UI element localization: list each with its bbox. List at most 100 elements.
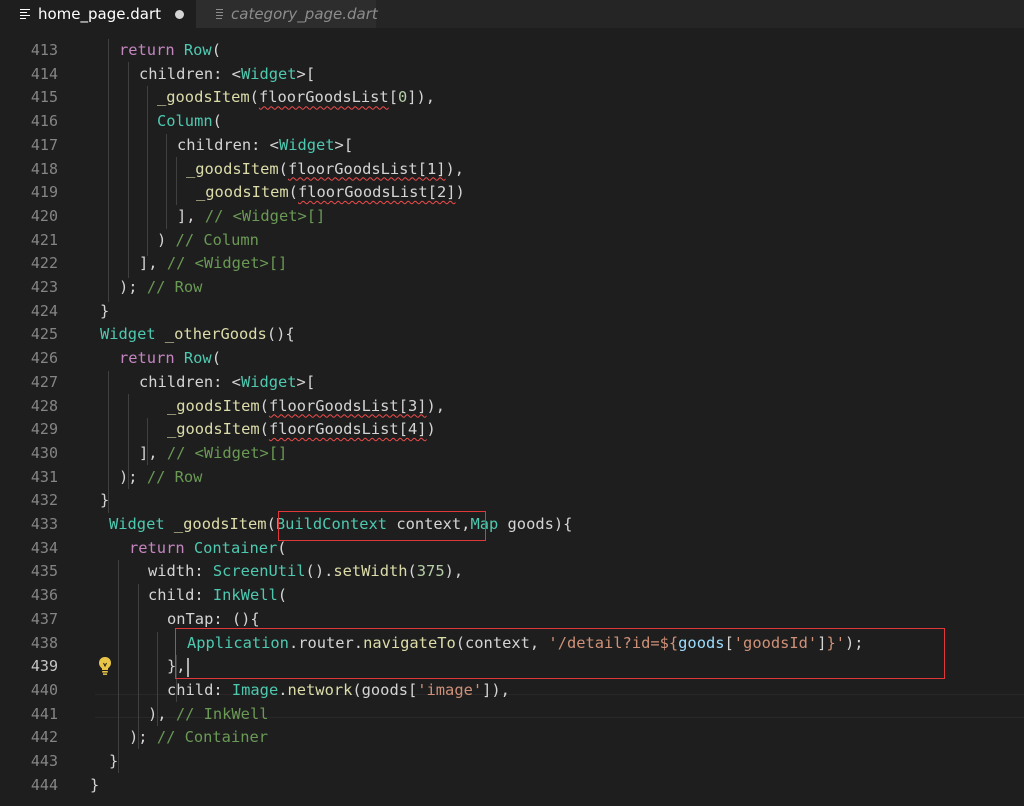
code-token: // Container [156, 728, 269, 747]
code-line[interactable]: 416 Column( [0, 110, 1024, 134]
unsaved-dot-icon[interactable] [175, 9, 184, 19]
code-line[interactable]: 432} [0, 489, 1024, 513]
text-cursor [187, 658, 189, 677]
code-token: ) [455, 183, 465, 202]
code-text: children: <Widget>[ [139, 63, 315, 87]
line-number: 434 [30, 538, 58, 557]
code-line[interactable]: 415 _goodsItem(floorGoodsList[0]), [0, 86, 1024, 110]
code-line[interactable]: 419 _goodsItem(floorGoodsList[2]) [0, 181, 1024, 205]
tab-category-page[interactable]: category_page.dart [196, 0, 378, 28]
line-number: 443 [30, 752, 58, 770]
code-line[interactable]: 425 Widget _otherGoods(){ [0, 323, 1024, 347]
code-text: return Container( [129, 537, 287, 561]
code-token: // Row [146, 467, 203, 486]
code-line[interactable]: 424} [0, 300, 1024, 324]
code-line[interactable]: 429 _goodsItem(floorGoodsList[4]) [0, 418, 1024, 442]
code-token: _goodsItem [186, 159, 279, 178]
code-line[interactable]: 444} [0, 774, 1024, 798]
line-number: 432 [30, 491, 58, 510]
lightbulb-icon[interactable] [97, 656, 113, 676]
code-text: Widget _otherGoods(){ [100, 323, 295, 347]
code-token: ( [266, 515, 276, 533]
editor-text-area[interactable]: 413 return Row(414 children: <Widget>[415 _… [0, 39, 1024, 806]
code-token: >[ [334, 135, 354, 154]
indent-guide [166, 134, 167, 229]
code-token: . [278, 680, 288, 699]
code-text: ], // <Widget>[] [139, 252, 287, 276]
code-token: _goodsItem [157, 88, 250, 107]
code-line[interactable]: 441), // InkWell [0, 703, 1024, 727]
tab-home-page[interactable]: home_page.dart [0, 0, 196, 28]
code-line[interactable]: 436 child: InkWell( [0, 584, 1024, 608]
code-text: _goodsItem(floorGoodsList[4]) [167, 418, 436, 442]
indent-guide [128, 394, 129, 489]
code-line[interactable]: 420], // <Widget>[] [0, 205, 1024, 229]
indent-guide [128, 62, 129, 278]
annotation-box-params [278, 511, 486, 541]
code-token: ( [249, 88, 259, 107]
line-number: 436 [30, 586, 58, 605]
code-token: // <Widget>[] [166, 443, 288, 462]
code-line[interactable]: 428 _goodsItem(floorGoodsList[3]), [0, 395, 1024, 419]
code-line[interactable]: 414 children: <Widget>[ [0, 63, 1024, 87]
line-number: 417 [30, 135, 58, 154]
code-text: } [109, 750, 118, 774]
indent-guide [157, 632, 158, 726]
line-number: 429 [30, 420, 58, 439]
code-token: children: < [139, 372, 241, 391]
indent-guide [147, 86, 148, 256]
code-text: _goodsItem(floorGoodsList[2]) [196, 181, 465, 205]
code-line[interactable]: 442); // Container [0, 726, 1024, 750]
code-token: ) [157, 230, 176, 249]
code-line[interactable]: 434 return Container( [0, 537, 1024, 561]
code-text: return Row( [119, 39, 221, 63]
code-line[interactable]: 443} [0, 750, 1024, 774]
code-token: onTap: (){ [167, 609, 260, 628]
code-text: _goodsItem(floorGoodsList[3]), [167, 395, 445, 419]
code-line[interactable]: 435 width: ScreenUtil().setWidth(375), [0, 560, 1024, 584]
code-line[interactable]: 433 Widget _goodsItem(BuildContext contex… [0, 513, 1024, 537]
code-token: ( [211, 41, 221, 59]
code-token: // <Widget>[] [204, 206, 326, 225]
code-token: Widget [109, 515, 165, 533]
code-token: ), [148, 704, 176, 723]
code-line[interactable]: 417 children: <Widget>[ [0, 134, 1024, 158]
code-line[interactable]: 430], // <Widget>[] [0, 442, 1024, 466]
code-token: ) [426, 420, 436, 439]
code-token: >[ [296, 372, 316, 391]
line-number: 427 [30, 372, 58, 391]
line-number: 420 [30, 206, 58, 225]
code-token: Widget [100, 325, 156, 344]
code-token: (){ [266, 325, 295, 344]
code-line[interactable]: 431); // Row [0, 466, 1024, 490]
code-line[interactable]: 421) // Column [0, 229, 1024, 253]
code-token: ), [445, 159, 465, 178]
code-line[interactable]: 423); // Row [0, 276, 1024, 300]
line-number: 431 [30, 467, 58, 486]
indent-guide [108, 39, 109, 302]
code-token: Image [231, 680, 279, 699]
code-text: child: InkWell( [148, 584, 287, 608]
line-number: 438 [30, 633, 58, 652]
code-line[interactable]: 413 return Row( [0, 39, 1024, 63]
error-token: floorGoodsList [258, 88, 389, 107]
code-token: >[ [296, 64, 316, 83]
line-number: 433 [30, 515, 58, 533]
code-token: ]), [482, 680, 510, 699]
code-token: _otherGoods [164, 325, 267, 344]
code-line[interactable]: 427 children: <Widget>[ [0, 371, 1024, 395]
indent-guide [176, 157, 177, 205]
code-token: } [100, 301, 110, 320]
line-number: 439 [30, 657, 58, 676]
code-token: ); [129, 728, 157, 747]
code-line[interactable]: 418 _goodsItem(floorGoodsList[1]), [0, 158, 1024, 182]
code-token: Widget [240, 64, 297, 83]
code-text: ); // Container [129, 726, 268, 750]
code-line[interactable]: 426 return Row( [0, 347, 1024, 371]
code-text: children: <Widget>[ [139, 371, 315, 395]
line-number: 421 [30, 230, 58, 249]
code-line[interactable]: 422], // <Widget>[] [0, 252, 1024, 276]
code-token: // InkWell [175, 704, 269, 723]
code-line[interactable]: 440 child: Image.network(goods['image']), [0, 679, 1024, 703]
